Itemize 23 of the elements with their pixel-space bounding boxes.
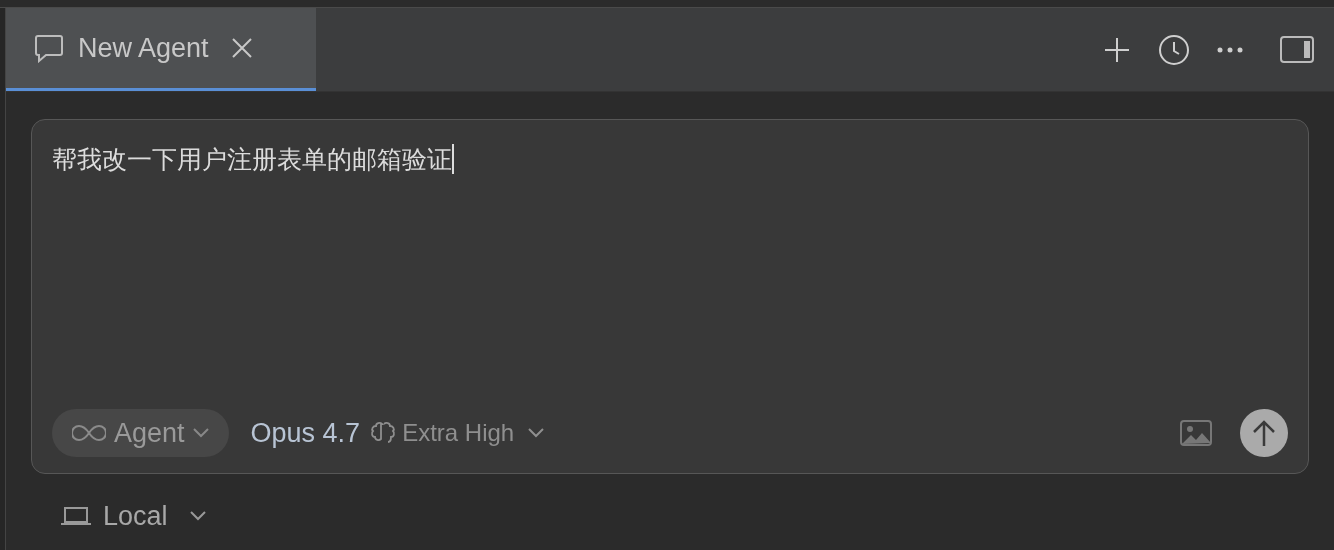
laptop-icon [61,506,91,527]
tab-label: New Agent [78,31,209,65]
close-icon[interactable] [230,37,253,59]
image-icon[interactable] [1180,420,1212,446]
arrow-up-icon [1252,419,1276,447]
brain-icon [370,421,397,445]
chat-bubble-icon [34,33,64,63]
effort-selector[interactable]: Extra High [370,415,545,451]
message-composer[interactable]: 帮我改一下用户注册表单的邮箱验证 Agent Opus 4.7 Extra High [31,119,1309,474]
clock-icon[interactable] [1158,33,1190,66]
sidebar-toggle-icon[interactable] [1280,35,1314,64]
model-selector[interactable]: Opus 4.7 [250,412,361,454]
send-button[interactable] [1240,409,1288,457]
plus-icon[interactable] [1103,35,1131,64]
infinity-icon [72,424,106,442]
chevron-down-icon [528,428,545,438]
message-text: 帮我改一下用户注册表单的邮箱验证 [52,146,452,172]
more-icon[interactable] [1217,46,1243,53]
chevron-down-icon [192,428,209,438]
environment-selector[interactable]: Local [61,496,206,537]
mode-selector[interactable]: Agent [52,409,229,457]
chevron-down-icon [189,511,206,522]
tab[interactable]: New Agent [6,8,316,91]
